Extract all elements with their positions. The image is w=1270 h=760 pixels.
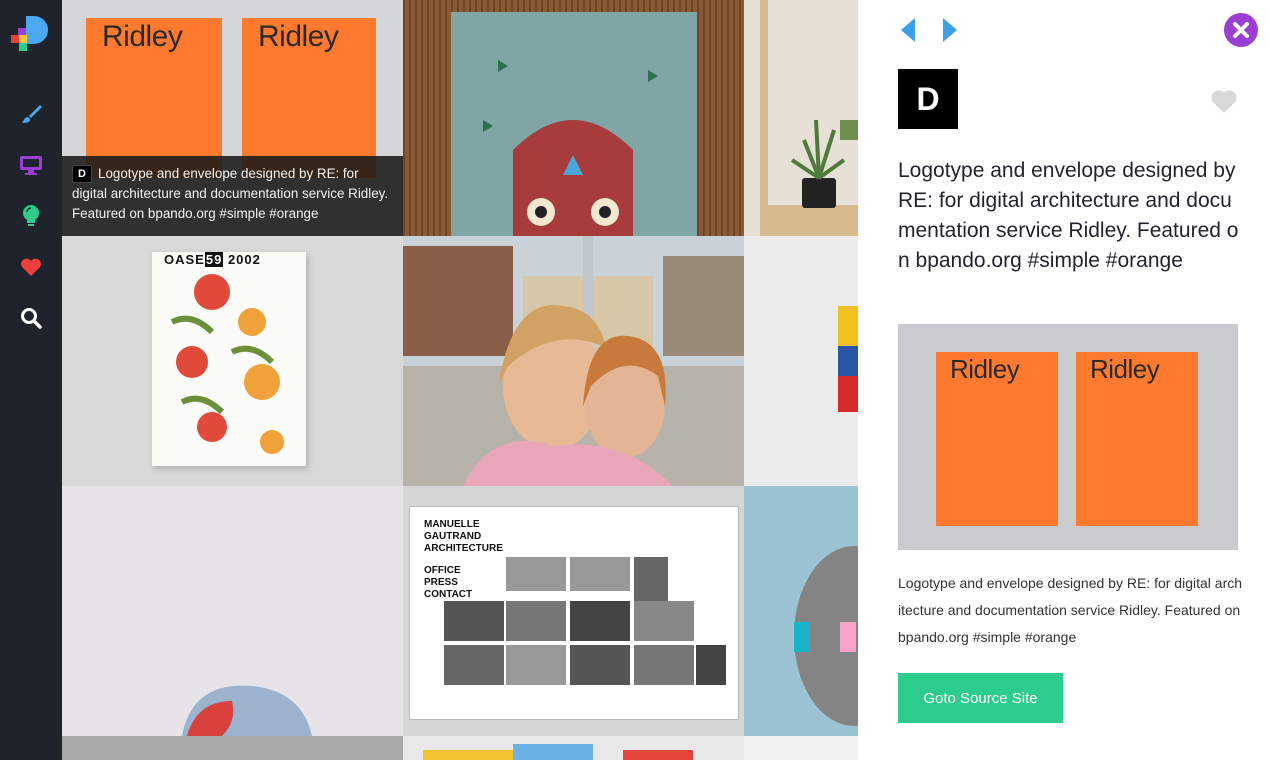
grid-tile[interactable] [744, 236, 858, 486]
search-icon[interactable] [16, 303, 46, 333]
preview-image: Ridley Ridley [898, 324, 1238, 550]
object-image [838, 306, 858, 412]
book-title: OASE [164, 252, 205, 267]
grid-tile[interactable] [403, 0, 744, 236]
lightbulb-icon[interactable] [16, 201, 46, 231]
book-year: 2002 [227, 252, 261, 267]
book-number: 59 [204, 252, 224, 267]
caption-text: Logotype and envelope designed by RE: fo… [72, 166, 389, 221]
plant-image [760, 0, 858, 236]
goto-source-button[interactable]: Goto Source Site [898, 673, 1063, 723]
image-grid: Ridley Ridley D Logotype and envelope des… [62, 0, 858, 760]
site-heading-line: MANUELLE [424, 519, 480, 530]
brush-icon[interactable] [16, 99, 46, 129]
grid-tile[interactable]: MANUELLE GAUTRAND ARCHITECTURE OFFICE PR… [403, 486, 744, 736]
grid-tile[interactable] [744, 486, 858, 736]
grid-tile[interactable] [744, 0, 858, 236]
envelope-word: Ridley [258, 20, 339, 53]
grid-tile[interactable]: Ridley Ridley D Logotype and envelope des… [62, 0, 403, 236]
avatar-letter: D [916, 80, 940, 117]
envelope-word: Ridley [102, 20, 183, 53]
site-heading-line: GAUTRAND [424, 531, 482, 542]
photo-image [794, 546, 858, 726]
artwork-image [403, 0, 744, 236]
source-avatar[interactable]: D [898, 69, 958, 129]
brand-logo-icon[interactable] [10, 14, 50, 54]
close-icon[interactable] [1224, 13, 1258, 47]
photo-image [182, 685, 312, 736]
grid-tile[interactable] [744, 736, 858, 760]
grid-tile[interactable]: OASE59 2002 [62, 236, 403, 486]
hover-caption: D Logotype and envelope designed by RE: f… [62, 156, 403, 236]
grid-tile[interactable] [403, 736, 744, 760]
heart-icon[interactable] [16, 252, 46, 282]
item-title: Logotype and envelope designed by RE: fo… [898, 159, 1239, 272]
site-heading-line: ARCHITECTURE [424, 543, 503, 554]
website-preview: MANUELLE GAUTRAND ARCHITECTURE OFFICE PR… [409, 506, 739, 720]
favorite-heart-icon[interactable] [1210, 88, 1238, 114]
grid-tile[interactable] [62, 736, 403, 760]
item-description: Logotype and envelope designed by RE: fo… [898, 575, 1243, 645]
preview-word: Ridley [950, 354, 1020, 384]
detail-panel: D Logotype and envelope designed by RE: … [858, 0, 1270, 760]
caption-badge: D [72, 165, 92, 183]
sidebar [0, 0, 62, 760]
arrow-right-icon[interactable] [940, 16, 960, 44]
arrow-left-icon[interactable] [898, 16, 918, 44]
monitor-icon[interactable] [16, 150, 46, 180]
photo-image [403, 236, 744, 486]
grid-tile[interactable] [62, 486, 403, 736]
grid-tile[interactable] [403, 236, 744, 486]
preview-word: Ridley [1090, 354, 1160, 384]
book-cover: OASE59 2002 [152, 252, 306, 466]
